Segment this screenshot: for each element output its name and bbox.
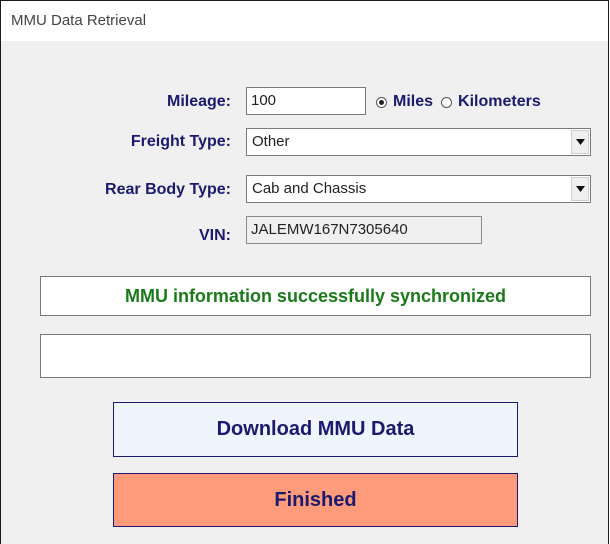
- finished-button[interactable]: Finished: [113, 473, 518, 527]
- miles-label: Miles: [393, 93, 434, 110]
- radio-checked-icon: [376, 96, 387, 108]
- miles-radio[interactable]: Miles: [376, 93, 433, 111]
- kilometers-label: Kilometers: [458, 93, 541, 110]
- download-mmu-data-button[interactable]: Download MMU Data: [113, 402, 518, 457]
- unit-radio-group: Miles Kilometers: [376, 93, 541, 111]
- download-mmu-data-label: Download MMU Data: [216, 418, 415, 440]
- chevron-down-icon: [576, 186, 585, 192]
- status-message: MMU information successfully synchronize…: [124, 286, 507, 306]
- status-message-box: MMU information successfully synchronize…: [40, 276, 591, 316]
- rear-body-type-value: Cab and Chassis: [252, 180, 367, 197]
- rear-body-type-label: Rear Body Type:: [105, 181, 231, 198]
- freight-type-dropdown-button[interactable]: [571, 130, 589, 154]
- rear-body-type-select[interactable]: Cab and Chassis: [246, 175, 591, 203]
- mmu-data-retrieval-window: MMU Data Retrieval Mileage: 100 Miles Ki…: [0, 0, 609, 544]
- mileage-input[interactable]: 100: [246, 87, 366, 115]
- radio-unchecked-icon: [441, 96, 453, 108]
- finished-label: Finished: [274, 489, 357, 511]
- freight-type-value: Other: [252, 133, 290, 150]
- vin-field: JALEMW167N7305640: [246, 216, 482, 244]
- secondary-status-box: [40, 334, 591, 378]
- mileage-label: Mileage:: [166, 93, 231, 110]
- window-title: MMU Data Retrieval: [1, 1, 608, 41]
- kilometers-radio[interactable]: Kilometers: [441, 93, 541, 111]
- chevron-down-icon: [576, 139, 585, 145]
- rear-body-type-dropdown-button[interactable]: [571, 177, 589, 201]
- vin-label: VIN:: [199, 227, 231, 244]
- freight-type-label: Freight Type:: [130, 133, 231, 150]
- freight-type-select[interactable]: Other: [246, 128, 591, 156]
